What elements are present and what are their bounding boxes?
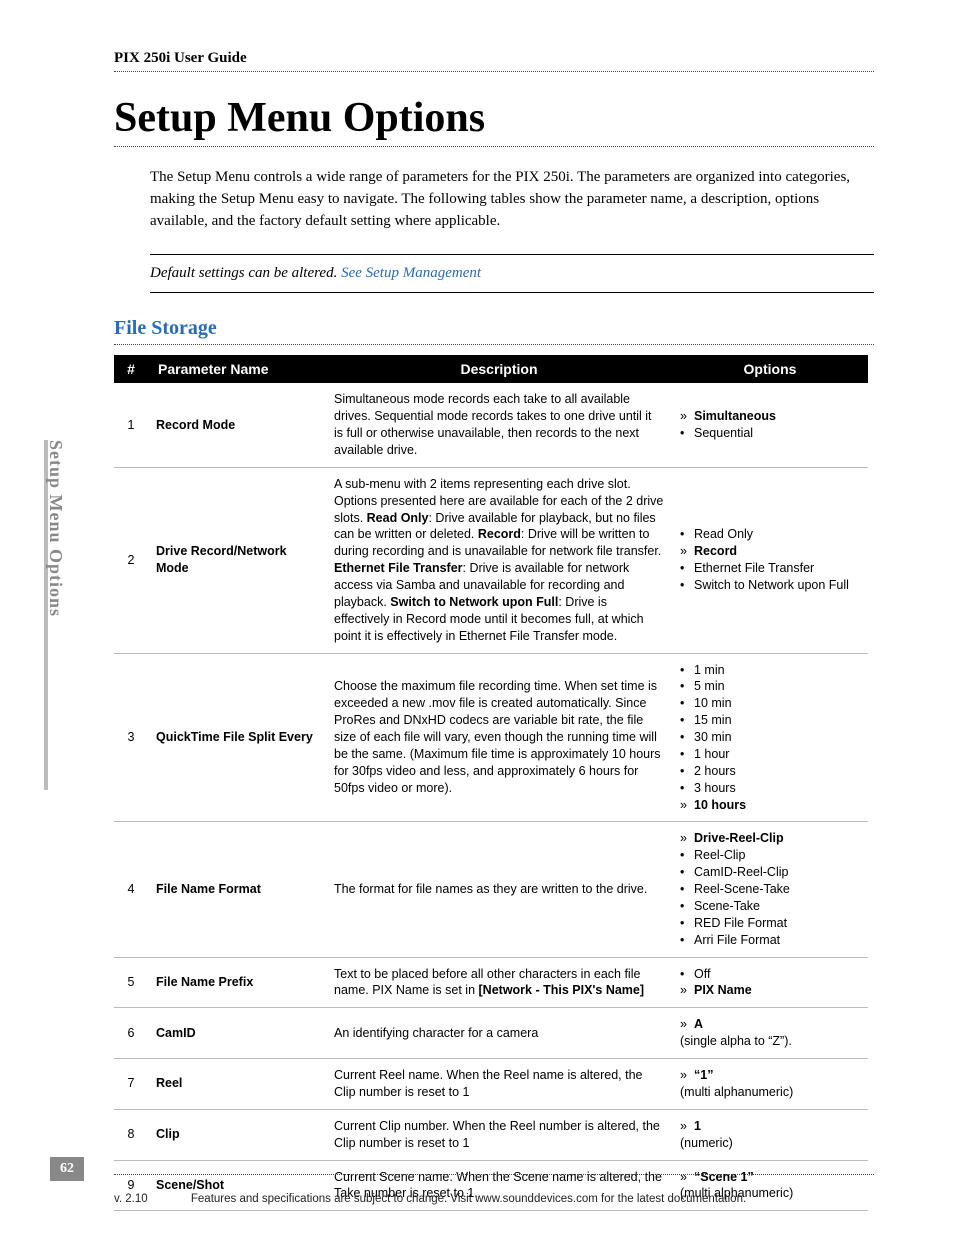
page-number: 62	[50, 1157, 84, 1181]
option-item: •Reel-Clip	[680, 847, 860, 864]
option-item: •2 hours	[680, 763, 860, 780]
row-options: •Off»PIX Name	[672, 957, 868, 1008]
table-row: 5File Name PrefixText to be placed befor…	[114, 957, 868, 1008]
row-description: Simultaneous mode records each take to a…	[326, 383, 672, 467]
row-num: 3	[114, 653, 148, 822]
option-item: »Record	[680, 543, 860, 560]
row-num: 2	[114, 467, 148, 653]
row-options: »Simultaneous•Sequential	[672, 383, 868, 467]
row-param-name: Reel	[148, 1059, 326, 1110]
option-item: •3 hours	[680, 780, 860, 797]
running-head-rule	[114, 71, 874, 72]
section-rule	[114, 344, 874, 345]
option-item: »A	[680, 1016, 860, 1033]
note-text: Default settings can be altered. See Set…	[150, 255, 874, 292]
row-num: 4	[114, 822, 148, 957]
row-options: •1 min•5 min•10 min•15 min•30 min•1 hour…	[672, 653, 868, 822]
row-num: 7	[114, 1059, 148, 1110]
table-row: 1Record ModeSimultaneous mode records ea…	[114, 383, 868, 467]
note-rule-bottom	[150, 292, 874, 293]
row-param-name: QuickTime File Split Every	[148, 653, 326, 822]
row-description: Choose the maximum file recording time. …	[326, 653, 672, 822]
col-opts: Options	[672, 355, 868, 383]
row-description: Current Clip number. When the Reel numbe…	[326, 1109, 672, 1160]
option-item: •RED File Format	[680, 915, 860, 932]
footer-rule	[114, 1174, 874, 1175]
row-num: 1	[114, 383, 148, 467]
table-row: 3QuickTime File Split EveryChoose the ma…	[114, 653, 868, 822]
row-param-name: Drive Record/Network Mode	[148, 467, 326, 653]
option-item: »Simultaneous	[680, 408, 860, 425]
row-description: The format for file names as they are wr…	[326, 822, 672, 957]
option-item: •CamID-Reel-Clip	[680, 864, 860, 881]
option-item: •1 hour	[680, 746, 860, 763]
option-item: »“Scene 1”	[680, 1169, 860, 1186]
row-options: »A(single alpha to “Z”).	[672, 1008, 868, 1059]
table-row: 8ClipCurrent Clip number. When the Reel …	[114, 1109, 868, 1160]
option-item: »Drive-Reel-Clip	[680, 830, 860, 847]
table-header-row: # Parameter Name Description Options	[114, 355, 868, 383]
running-head: PIX 250i User Guide	[114, 50, 874, 67]
footer: v. 2.10 Features and specifications are …	[114, 1193, 874, 1205]
table-row: 4File Name FormatThe format for file nam…	[114, 822, 868, 957]
side-tab: Setup Menu Options	[44, 440, 76, 800]
option-item: •1 min	[680, 662, 860, 679]
option-item: »1	[680, 1118, 860, 1135]
row-num: 5	[114, 957, 148, 1008]
row-param-name: Record Mode	[148, 383, 326, 467]
row-num: 6	[114, 1008, 148, 1059]
section-heading: File Storage	[114, 317, 874, 340]
row-num: 8	[114, 1109, 148, 1160]
row-description: Current Reel name. When the Reel name is…	[326, 1059, 672, 1110]
note-link[interactable]: See Setup Management	[341, 265, 481, 281]
table-row: 7ReelCurrent Reel name. When the Reel na…	[114, 1059, 868, 1110]
row-options: »Drive-Reel-Clip•Reel-Clip•CamID-Reel-Cl…	[672, 822, 868, 957]
row-param-name: CamID	[148, 1008, 326, 1059]
row-param-name: File Name Prefix	[148, 957, 326, 1008]
table-row: 6CamIDAn identifying character for a cam…	[114, 1008, 868, 1059]
option-item: •Arri File Format	[680, 932, 860, 949]
option-item: •10 min	[680, 695, 860, 712]
col-name: Parameter Name	[148, 355, 326, 383]
option-item: •Scene-Take	[680, 898, 860, 915]
row-param-name: File Name Format	[148, 822, 326, 957]
option-item: •Ethernet File Transfer	[680, 560, 860, 577]
option-item: •30 min	[680, 729, 860, 746]
title-rule	[114, 146, 874, 147]
option-item: (multi alphanumeric)	[680, 1084, 860, 1101]
footer-text: Features and specifications are subject …	[191, 1193, 746, 1205]
col-num: #	[114, 355, 148, 383]
option-item: »10 hours	[680, 797, 860, 814]
option-item: »“1”	[680, 1067, 860, 1084]
col-desc: Description	[326, 355, 672, 383]
side-tab-label: Setup Menu Options	[45, 440, 66, 617]
note-plain: Default settings can be altered.	[150, 265, 341, 281]
option-item: •Reel-Scene-Take	[680, 881, 860, 898]
option-item: »PIX Name	[680, 982, 860, 999]
option-item: (numeric)	[680, 1135, 860, 1152]
row-options: »1(numeric)	[672, 1109, 868, 1160]
row-description: Text to be placed before all other chara…	[326, 957, 672, 1008]
row-description: An identifying character for a camera	[326, 1008, 672, 1059]
note-block: Default settings can be altered. See Set…	[150, 254, 874, 293]
option-item: •Read Only	[680, 526, 860, 543]
option-item: •15 min	[680, 712, 860, 729]
row-options: »“1”(multi alphanumeric)	[672, 1059, 868, 1110]
row-param-name: Clip	[148, 1109, 326, 1160]
row-description: A sub-menu with 2 items representing eac…	[326, 467, 672, 653]
intro-paragraph: The Setup Menu controls a wide range of …	[150, 167, 874, 232]
footer-version: v. 2.10	[114, 1193, 148, 1205]
option-item: •Switch to Network upon Full	[680, 577, 860, 594]
option-item: •Off	[680, 966, 860, 983]
page-title: Setup Menu Options	[114, 94, 874, 142]
option-item: •Sequential	[680, 425, 860, 442]
row-options: •Read Only»Record•Ethernet File Transfer…	[672, 467, 868, 653]
parameter-table: # Parameter Name Description Options 1Re…	[114, 355, 868, 1211]
page: Setup Menu Options PIX 250i User Guide S…	[0, 0, 954, 1241]
table-row: 2Drive Record/Network ModeA sub-menu wit…	[114, 467, 868, 653]
option-item: •5 min	[680, 678, 860, 695]
option-item: (single alpha to “Z”).	[680, 1033, 860, 1050]
